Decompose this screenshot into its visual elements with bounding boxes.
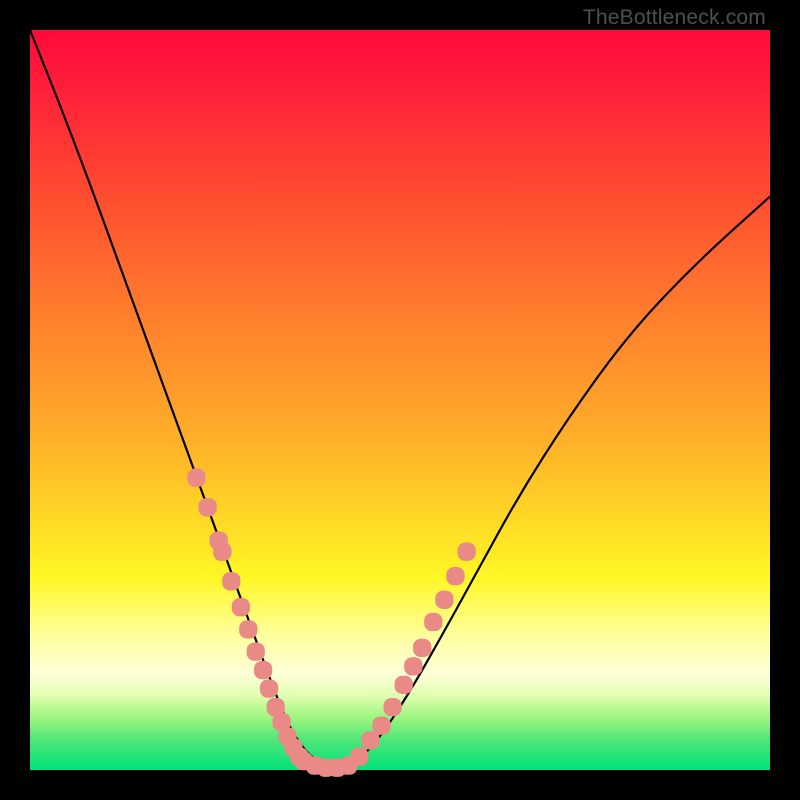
- data-marker: [457, 543, 475, 561]
- data-marker: [350, 748, 368, 766]
- marker-group: [187, 469, 475, 777]
- data-marker: [239, 620, 257, 638]
- data-marker: [372, 716, 390, 734]
- data-marker: [247, 642, 265, 660]
- data-marker: [435, 591, 453, 609]
- data-marker: [198, 498, 216, 516]
- data-marker: [187, 469, 205, 487]
- data-marker: [232, 598, 250, 616]
- data-marker: [383, 698, 401, 716]
- plot-area: [30, 30, 770, 770]
- data-marker: [413, 639, 431, 657]
- data-marker: [260, 679, 278, 697]
- bottleneck-curve: [30, 30, 770, 767]
- data-marker: [424, 613, 442, 631]
- chart-frame: TheBottleneck.com: [0, 0, 800, 800]
- data-marker: [222, 572, 240, 590]
- data-marker: [395, 676, 413, 694]
- data-marker: [254, 661, 272, 679]
- data-marker: [213, 543, 231, 561]
- watermark-text: TheBottleneck.com: [583, 6, 766, 30]
- data-marker: [404, 657, 422, 675]
- data-marker: [446, 567, 464, 585]
- curve-layer: [30, 30, 770, 770]
